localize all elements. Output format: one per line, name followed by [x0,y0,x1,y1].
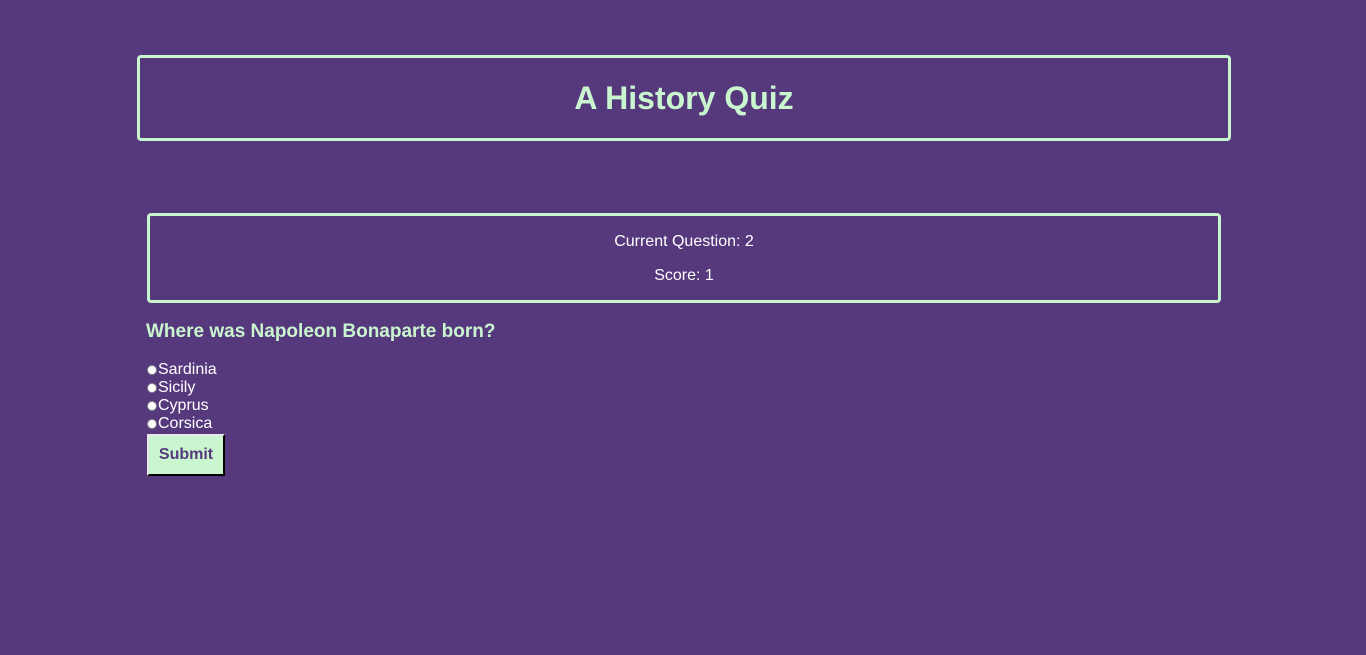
submit-button[interactable]: Submit [147,434,225,476]
radio-button[interactable] [147,365,157,375]
radio-button[interactable] [147,401,157,411]
score-indicator: Score: 1 [654,267,714,284]
status-panel: Current Question: 2 Score: 1 [147,213,1221,303]
question-text: Where was Napoleon Bonaparte born? [146,321,496,342]
current-question-indicator: Current Question: 2 [614,233,754,250]
option-cyprus[interactable]: Cyprus [147,397,217,415]
option-sicily[interactable]: Sicily [147,379,217,397]
option-label: Sicily [158,379,196,396]
radio-button[interactable] [147,419,157,429]
header-box: A History Quiz [137,55,1231,141]
option-label: Sardinia [158,361,217,378]
page-title: A History Quiz [574,79,794,116]
option-corsica[interactable]: Corsica [147,415,217,433]
answer-options: Sardinia Sicily Cyprus Corsica [147,361,217,433]
option-label: Corsica [158,415,213,432]
option-sardinia[interactable]: Sardinia [147,361,217,379]
radio-button[interactable] [147,383,157,393]
option-label: Cyprus [158,397,209,414]
